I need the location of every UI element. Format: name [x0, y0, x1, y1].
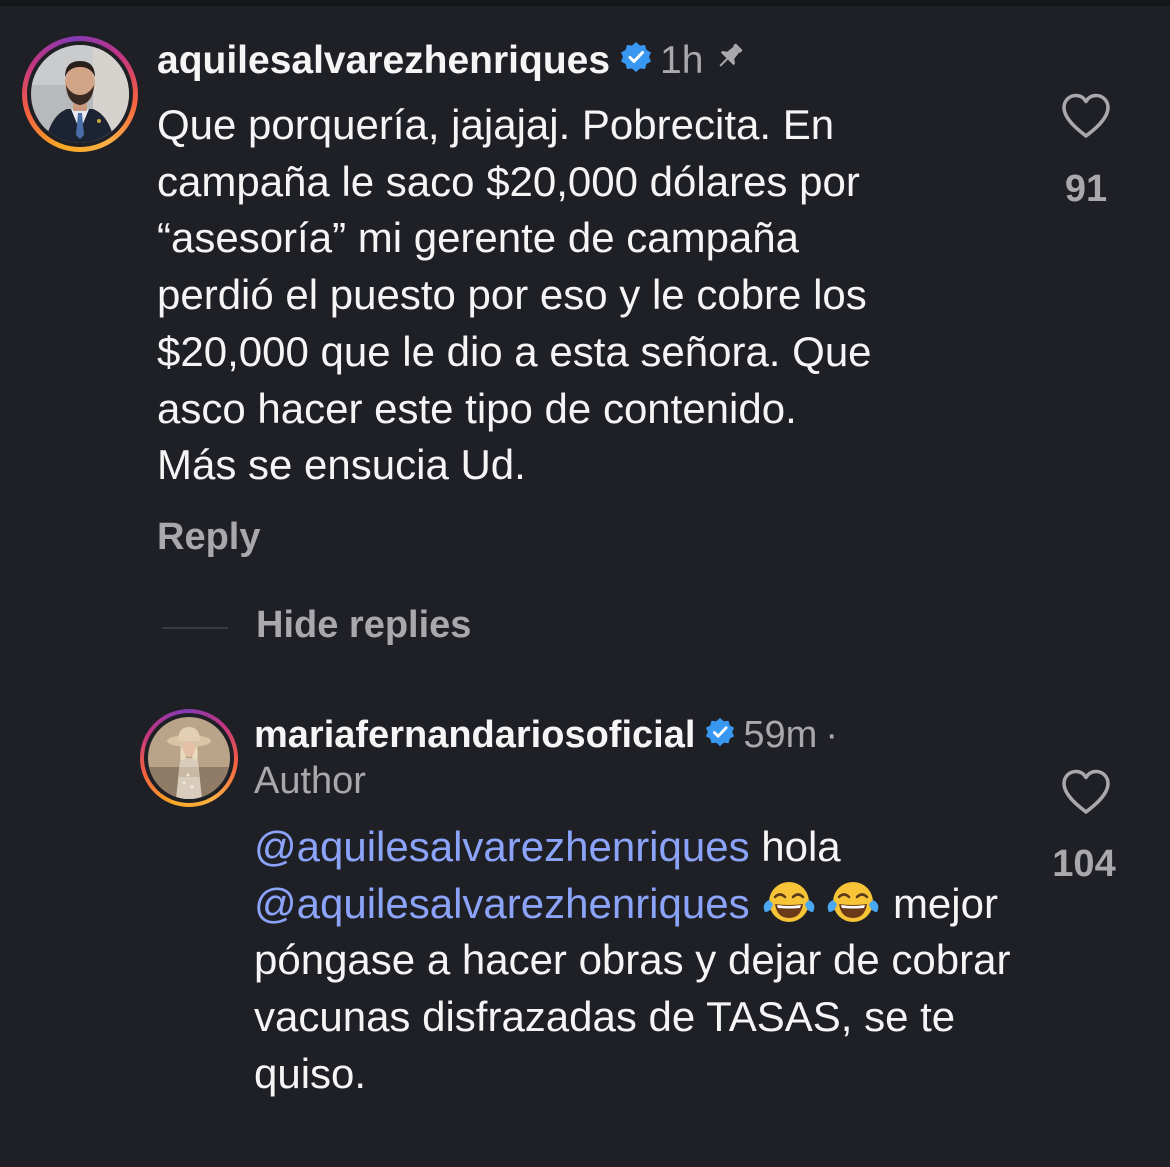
time-separator: ·: [825, 713, 838, 756]
tears-of-joy-emoji-icon: [761, 878, 817, 926]
thread-divider: [162, 627, 228, 629]
like-heart-icon[interactable]: [1060, 92, 1112, 140]
top-edge: [0, 0, 1170, 6]
mention-link[interactable]: @aquilesalvarezhenriques: [254, 880, 750, 927]
reply-header: mariafernandariosoficial 59m ·: [254, 712, 838, 758]
author-badge: Author: [254, 760, 366, 802]
comment-like-count: 91: [1064, 168, 1108, 210]
reply-author-username[interactable]: mariafernandariosoficial: [254, 714, 695, 757]
commenter-avatar-photo: [31, 45, 129, 143]
reply-button[interactable]: Reply: [157, 516, 260, 559]
verified-badge-icon: [620, 39, 652, 83]
hide-replies-button[interactable]: Hide replies: [256, 604, 471, 647]
mention-link[interactable]: @aquilesalvarezhenriques: [254, 823, 750, 870]
verified-badge-icon: [705, 714, 735, 757]
tears-of-joy-emoji-icon: [825, 878, 881, 926]
like-heart-icon[interactable]: [1060, 768, 1112, 816]
reply-author-avatar[interactable]: [140, 709, 238, 807]
comment-header: aquilesalvarezhenriques 1h: [157, 36, 747, 86]
pin-icon: [713, 39, 747, 83]
reply-word: hola: [749, 823, 841, 870]
comment-time: 1h: [660, 39, 704, 82]
comment-text: Que porquería, jajajaj. Pobrecita. En ca…: [157, 101, 872, 489]
commenter-avatar[interactable]: [22, 36, 138, 152]
commenter-username[interactable]: aquilesalvarezhenriques: [157, 39, 610, 83]
reply-author-avatar-photo: [148, 717, 230, 799]
reply-text: @aquilesalvarezhenriques hola @aquilesal…: [254, 819, 1014, 1103]
reply-like-count: 104: [1052, 843, 1116, 885]
reply-time: 59m: [743, 713, 818, 756]
